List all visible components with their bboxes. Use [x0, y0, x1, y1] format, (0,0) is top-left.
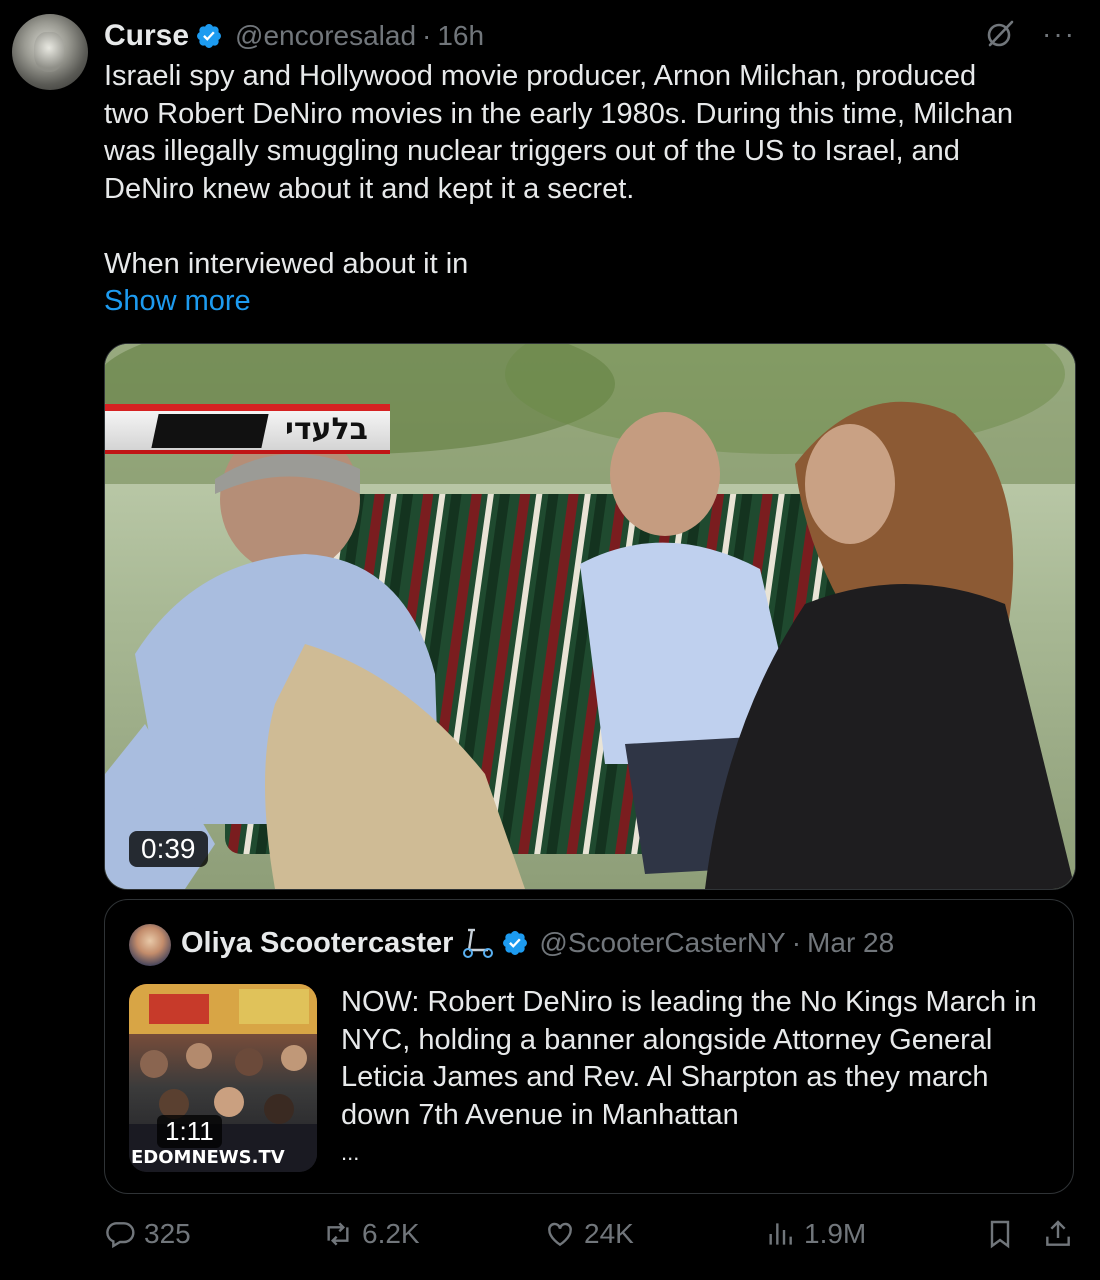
- quoted-tweet[interactable]: Oliya Scootercaster @ScooterCasterNY · M…: [104, 899, 1074, 1194]
- bookmark-button[interactable]: [984, 1218, 1024, 1250]
- tweet-text-line: two Robert DeNiro movies in the early 19…: [104, 97, 1014, 130]
- reply-count: 325: [144, 1218, 191, 1249]
- like-button[interactable]: 24K: [544, 1218, 634, 1250]
- channel-banner: בלעדי: [105, 404, 390, 454]
- retweet-button[interactable]: 6.2K: [322, 1218, 420, 1250]
- quote-verified-badge-icon: [503, 931, 528, 955]
- reply-button[interactable]: 325: [104, 1218, 191, 1250]
- retweet-count: 6.2K: [362, 1218, 420, 1249]
- tweet-text-line: was illegally smuggling nuclear triggers…: [104, 135, 960, 167]
- header-separator: ·: [422, 20, 432, 51]
- share-icon: [1046, 1220, 1070, 1246]
- tweet-text-line: Israeli spy and Hollywood movie producer…: [104, 60, 977, 92]
- views-button[interactable]: 1.9M: [764, 1218, 866, 1250]
- quote-video-duration: 1:11: [157, 1115, 222, 1148]
- author-avatar[interactable]: [12, 14, 88, 90]
- author-handle[interactable]: @encoresalad: [235, 20, 416, 52]
- quote-author-name[interactable]: Oliya Scootercaster: [181, 927, 453, 960]
- share-button[interactable]: [1042, 1218, 1082, 1250]
- thumbnail-watermark: EDOMNEWS.TV: [131, 1147, 285, 1168]
- author-name[interactable]: Curse: [104, 19, 189, 53]
- channel-label: בלעדי: [285, 412, 368, 447]
- views-count: 1.9M: [804, 1218, 867, 1249]
- tweet-actions: 325 6.2K 24K 1.9M: [104, 1218, 1076, 1258]
- like-count: 24K: [584, 1218, 634, 1249]
- retweet-icon: [327, 1222, 349, 1246]
- quote-separator: ·: [791, 927, 802, 958]
- tweet-text-line: DeNiro knew about it and kept it a secre…: [104, 172, 635, 205]
- tweet-body: Israeli spy and Hollywood movie producer…: [104, 58, 1079, 321]
- quote-header: Oliya Scootercaster @ScooterCasterNY · M…: [181, 926, 894, 960]
- channel-logo-icon: [151, 414, 269, 448]
- bookmark-icon: [990, 1220, 1010, 1249]
- video-player[interactable]: בלעדי 0:39: [104, 343, 1076, 890]
- tweet-top-icons: ···: [984, 18, 1076, 50]
- quote-text: NOW: Robert DeNiro is leading the No Kin…: [341, 986, 1037, 1131]
- quote-author-avatar[interactable]: [129, 924, 171, 966]
- reply-icon: [106, 1222, 135, 1249]
- verified-badge-icon: [197, 24, 222, 48]
- quote-video-thumbnail[interactable]: 1:11 EDOMNEWS.TV: [129, 984, 317, 1172]
- heart-icon: [548, 1222, 572, 1247]
- show-more-link[interactable]: Show more: [104, 283, 1079, 321]
- quote-author-handle[interactable]: @ScooterCasterNY: [539, 927, 785, 959]
- scooter-icon: [463, 928, 494, 958]
- tweet-header: Curse @encoresalad · 16h: [104, 16, 484, 56]
- grok-icon[interactable]: [984, 18, 1016, 50]
- video-duration: 0:39: [129, 831, 208, 867]
- quote-ellipsis: ...: [341, 1140, 360, 1165]
- more-options-icon[interactable]: ···: [1042, 20, 1076, 48]
- quote-date[interactable]: Mar 28: [807, 927, 894, 959]
- tweet-text-line: When interviewed about it in: [104, 247, 469, 280]
- views-icon: [769, 1223, 792, 1245]
- tweet-time[interactable]: 16h: [437, 20, 484, 52]
